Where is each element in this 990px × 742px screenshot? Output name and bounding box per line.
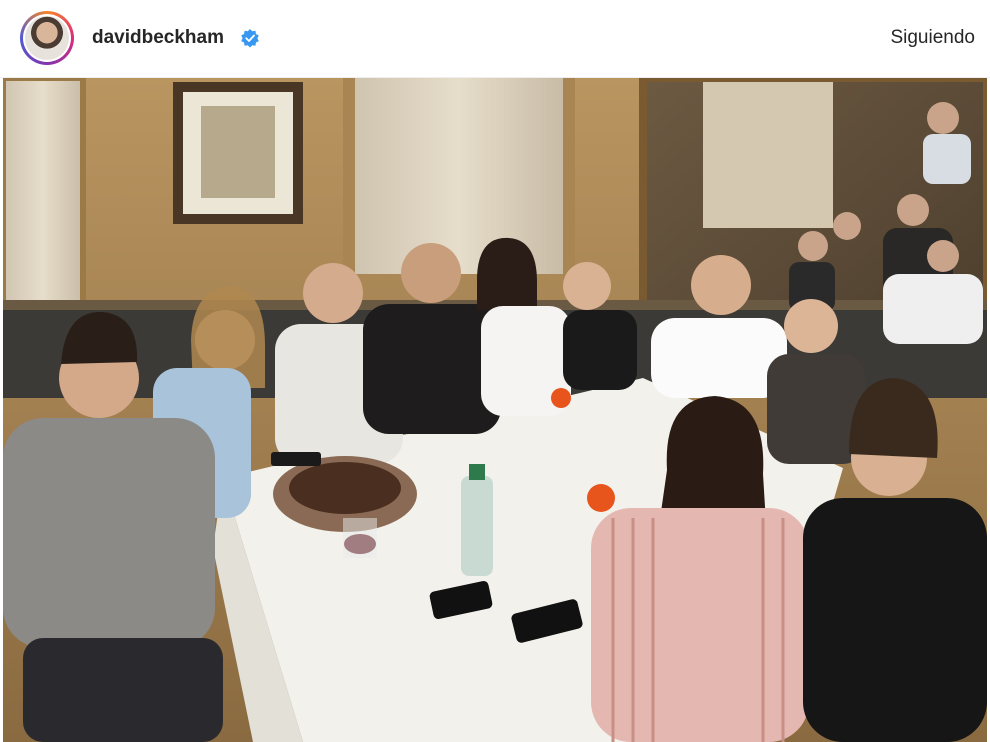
- instagram-post: davidbeckham Siguiendo: [0, 0, 990, 742]
- username-link[interactable]: davidbeckham: [92, 26, 224, 50]
- following-button[interactable]: Siguiendo: [890, 26, 975, 50]
- verified-badge-icon: [241, 29, 259, 48]
- group-dinner-photo: [3, 78, 987, 742]
- avatar-image: [25, 16, 69, 60]
- post-photo: [3, 78, 987, 742]
- profile-avatar[interactable]: [20, 11, 74, 65]
- post-header: davidbeckham Siguiendo: [0, 0, 990, 78]
